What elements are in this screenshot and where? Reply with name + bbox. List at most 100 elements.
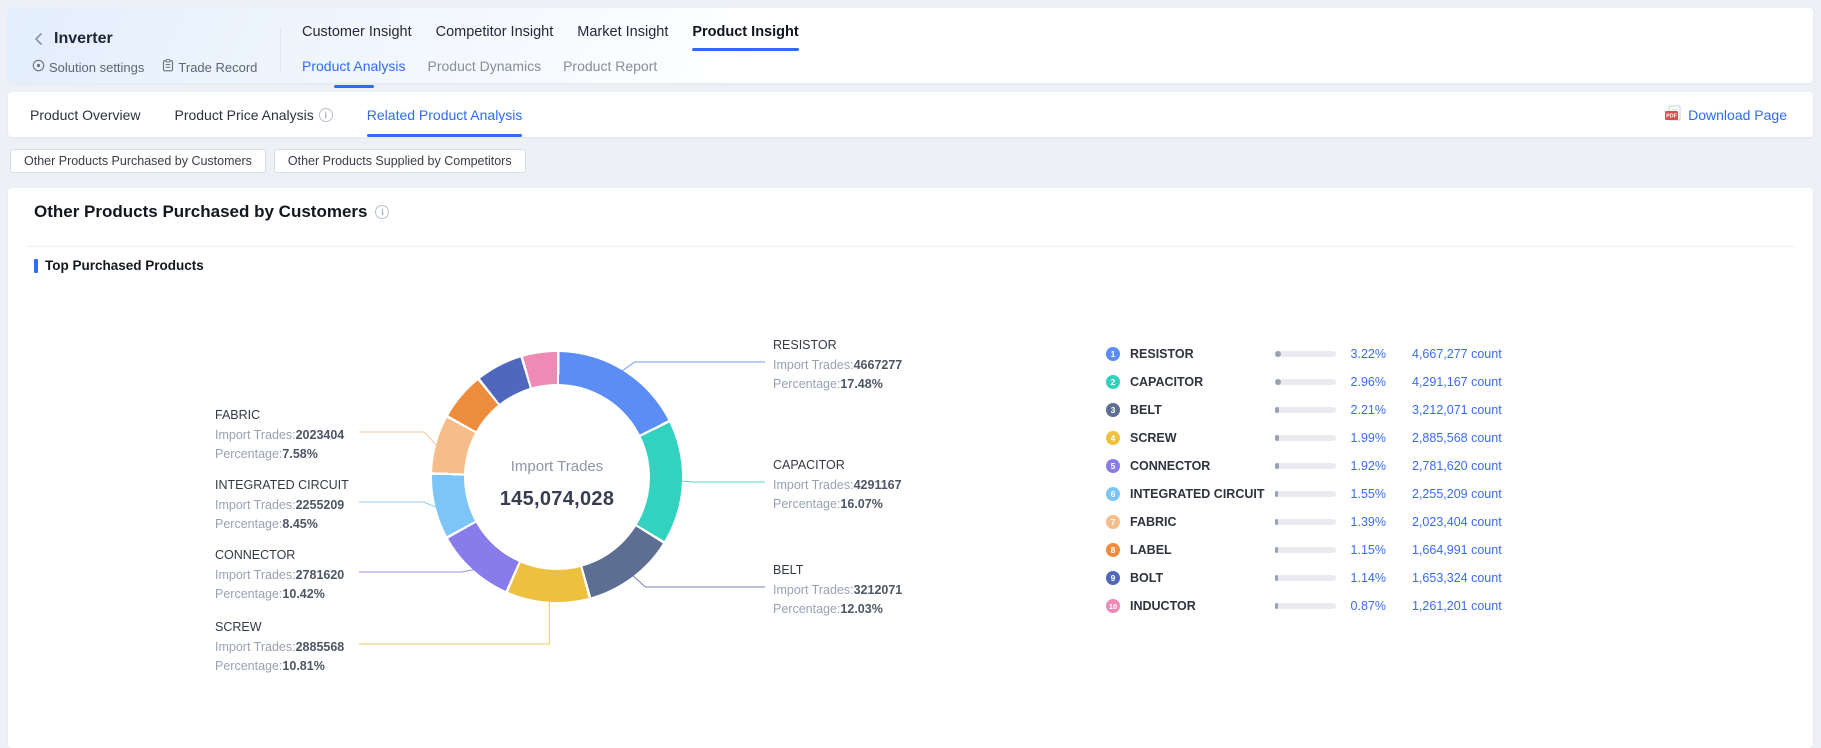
donut-center-label: Import Trades bbox=[511, 458, 604, 475]
callout-product-name: SCREW bbox=[215, 620, 365, 638]
leader-line-fabric bbox=[359, 432, 437, 446]
ranking-row-fabric[interactable]: 7FABRIC1.39%2,023,404 count bbox=[1106, 513, 1536, 531]
rank-badge: 9 bbox=[1106, 571, 1120, 585]
donut-center: Import Trades 145,074,028 bbox=[464, 384, 650, 570]
ranking-progress-fill bbox=[1275, 351, 1281, 357]
nav-tab-market-insight[interactable]: Market Insight bbox=[577, 20, 668, 51]
callout-import-trades: Import Trades:2885568 bbox=[215, 638, 365, 657]
ranking-percentage: 1.39% bbox=[1318, 515, 1386, 529]
callout-trades-value: 2023404 bbox=[296, 428, 345, 442]
callout-pct-label: Percentage: bbox=[773, 602, 840, 616]
ranking-percentage: 2.96% bbox=[1318, 375, 1386, 389]
leader-line-resistor bbox=[622, 362, 765, 371]
callout-pct-value: 12.03% bbox=[840, 602, 882, 616]
filter-button-other-products-purchased-by-customers[interactable]: Other Products Purchased by Customers bbox=[10, 149, 266, 173]
callout-percentage: Percentage:12.03% bbox=[773, 600, 923, 619]
ranking-progress-fill bbox=[1275, 463, 1279, 469]
ranking-progress-fill bbox=[1275, 519, 1278, 525]
callout-product-name: FABRIC bbox=[215, 408, 365, 426]
ranking-progress-fill bbox=[1275, 379, 1281, 385]
nav-tab-product-insight[interactable]: Product Insight bbox=[692, 20, 798, 51]
ranking-count: 2,255,209 count bbox=[1412, 487, 1502, 501]
ranking-row-connector[interactable]: 5CONNECTOR1.92%2,781,620 count bbox=[1106, 457, 1536, 475]
ranking-product-name: SCREW bbox=[1130, 431, 1177, 445]
callout-screw: SCREWImport Trades:2885568Percentage:10.… bbox=[215, 620, 365, 676]
solution-settings-link[interactable]: Solution settings bbox=[32, 59, 144, 75]
callout-trades-label: Import Trades: bbox=[215, 640, 296, 654]
filter-button-other-products-supplied-by-competitors[interactable]: Other Products Supplied by Competitors bbox=[274, 149, 526, 173]
ranking-product-name: FABRIC bbox=[1130, 515, 1177, 529]
callout-pct-value: 10.42% bbox=[282, 587, 324, 601]
ranking-row-screw[interactable]: 4SCREW1.99%2,885,568 count bbox=[1106, 429, 1536, 447]
leader-line-capacitor bbox=[681, 481, 765, 482]
ranking-row-belt[interactable]: 3BELT2.21%3,212,071 count bbox=[1106, 401, 1536, 419]
ranking-row-integrated-circuit[interactable]: 6INTEGRATED CIRCUIT1.55%2,255,209 count bbox=[1106, 485, 1536, 503]
ranking-percentage: 3.22% bbox=[1318, 347, 1386, 361]
ranking-percentage: 1.55% bbox=[1318, 487, 1386, 501]
callout-import-trades: Import Trades:2023404 bbox=[215, 426, 365, 445]
toolbar-tab-label: Product Price Analysis bbox=[174, 107, 313, 123]
toolbar-tab-label: Product Overview bbox=[30, 107, 140, 123]
sub-tab-product-analysis[interactable]: Product Analysis bbox=[302, 58, 406, 83]
callout-trades-label: Import Trades: bbox=[773, 478, 854, 492]
ranking-count: 1,664,991 count bbox=[1412, 543, 1502, 557]
ranking-row-label[interactable]: 8LABEL1.15%1,664,991 count bbox=[1106, 541, 1536, 559]
leader-line-belt bbox=[633, 575, 766, 587]
rank-badge: 3 bbox=[1106, 403, 1120, 417]
pdf-icon: PDF bbox=[1664, 105, 1682, 125]
clipboard-icon bbox=[162, 59, 174, 75]
rank-badge: 10 bbox=[1106, 599, 1120, 613]
ranking-row-inductor[interactable]: 10INDUCTOR0.87%1,261,201 count bbox=[1106, 597, 1536, 615]
callout-pct-value: 7.58% bbox=[282, 447, 317, 461]
svg-text:PDF: PDF bbox=[1666, 113, 1677, 119]
nav-tab-customer-insight[interactable]: Customer Insight bbox=[302, 20, 412, 51]
callout-pct-label: Percentage: bbox=[215, 587, 282, 601]
donut-center-value: 145,074,028 bbox=[500, 488, 615, 511]
callout-trades-value: 2781620 bbox=[296, 568, 345, 582]
sub-tab-product-report[interactable]: Product Report bbox=[563, 58, 657, 83]
leader-line-screw bbox=[359, 601, 549, 644]
callout-trades-label: Import Trades: bbox=[215, 568, 296, 582]
callout-trades-value: 4291167 bbox=[854, 478, 902, 492]
callout-percentage: Percentage:10.81% bbox=[215, 657, 365, 676]
ranking-progress-fill bbox=[1275, 407, 1279, 413]
callout-trades-value: 2255209 bbox=[296, 498, 345, 512]
section-info-icon[interactable]: i bbox=[375, 205, 389, 219]
ranking-percentage: 1.99% bbox=[1318, 431, 1386, 445]
toolbar-tab-product-price-analysis[interactable]: Product Price Analysis i bbox=[174, 92, 332, 137]
ranking-row-bolt[interactable]: 9BOLT1.14%1,653,324 count bbox=[1106, 569, 1536, 587]
trade-record-label: Trade Record bbox=[178, 60, 257, 75]
ranking-progress-fill bbox=[1275, 603, 1278, 609]
callout-percentage: Percentage:17.48% bbox=[773, 375, 923, 394]
callout-pct-label: Percentage: bbox=[215, 447, 282, 461]
callout-trades-value: 4667277 bbox=[854, 358, 903, 372]
back-icon[interactable] bbox=[30, 31, 46, 47]
callout-trades-label: Import Trades: bbox=[773, 358, 854, 372]
ranking-product-name: LABEL bbox=[1130, 543, 1172, 557]
ranking-percentage: 1.92% bbox=[1318, 459, 1386, 473]
ranking-count: 2,781,620 count bbox=[1412, 459, 1502, 473]
ranking-percentage: 1.14% bbox=[1318, 571, 1386, 585]
ranking-progress-fill bbox=[1275, 547, 1278, 553]
callout-pct-label: Percentage: bbox=[773, 497, 840, 511]
toolbar-tab-related-product-analysis[interactable]: Related Product Analysis bbox=[367, 92, 523, 137]
callout-pct-value: 8.45% bbox=[282, 517, 317, 531]
info-icon[interactable]: i bbox=[319, 108, 333, 122]
toolbar-tab-product-overview[interactable]: Product Overview bbox=[30, 92, 140, 137]
nav-tab-competitor-insight[interactable]: Competitor Insight bbox=[436, 20, 554, 51]
page-title: Inverter bbox=[54, 30, 113, 48]
callout-import-trades: Import Trades:4291167 bbox=[773, 476, 923, 495]
ranking-row-resistor[interactable]: 1RESISTOR3.22%4,667,277 count bbox=[1106, 345, 1536, 363]
rank-badge: 6 bbox=[1106, 487, 1120, 501]
rank-badge: 5 bbox=[1106, 459, 1120, 473]
target-icon bbox=[32, 59, 45, 75]
trade-record-link[interactable]: Trade Record bbox=[162, 59, 257, 75]
download-page-button[interactable]: PDF Download Page bbox=[1664, 92, 1787, 137]
callout-integrated-circuit: INTEGRATED CIRCUITImport Trades:2255209P… bbox=[215, 478, 365, 534]
ranking-row-capacitor[interactable]: 2CAPACITOR2.96%4,291,167 count bbox=[1106, 373, 1536, 391]
sub-tab-product-dynamics[interactable]: Product Dynamics bbox=[428, 58, 542, 83]
callout-trades-label: Import Trades: bbox=[215, 498, 296, 512]
ranking-count: 4,291,167 count bbox=[1412, 375, 1502, 389]
ranking-progress-fill bbox=[1275, 491, 1278, 497]
callout-trades-value: 2885568 bbox=[296, 640, 345, 654]
